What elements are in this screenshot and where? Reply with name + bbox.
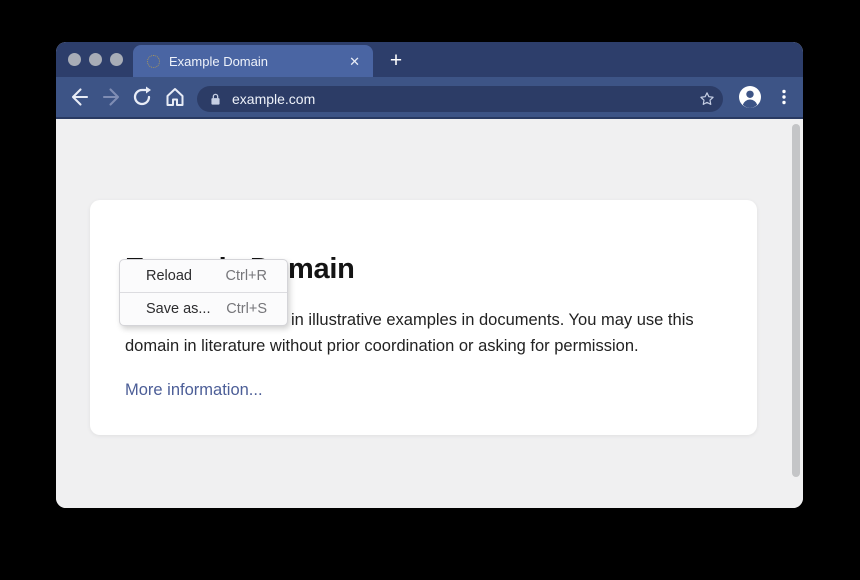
menu-item-shortcut: Ctrl+R <box>226 268 268 284</box>
menu-item-label: Save as... <box>146 301 210 317</box>
menu-dots-icon <box>775 88 793 106</box>
context-menu-item-save-as[interactable]: Save as... Ctrl+S <box>120 293 287 325</box>
reload-button[interactable] <box>130 85 154 109</box>
home-button[interactable] <box>163 85 187 109</box>
back-icon <box>67 85 91 109</box>
menu-item-shortcut: Ctrl+S <box>226 301 267 317</box>
tab-title: Example Domain <box>169 54 349 69</box>
browser-tab[interactable]: Example Domain ✕ <box>133 45 373 77</box>
window-close-button[interactable] <box>68 53 81 66</box>
forward-icon <box>100 85 124 109</box>
window-titlebar[interactable]: Example Domain ✕ + <box>56 42 803 77</box>
menu-item-label: Reload <box>146 268 192 284</box>
url-text[interactable]: example.com <box>232 91 698 107</box>
reload-icon <box>130 85 154 109</box>
window-zoom-button[interactable] <box>110 53 123 66</box>
context-menu-item-reload[interactable]: Reload Ctrl+R <box>120 260 287 292</box>
home-icon <box>163 85 187 109</box>
browser-menu-button[interactable] <box>775 88 793 106</box>
globe-favicon-icon <box>147 55 160 68</box>
forward-button[interactable] <box>100 85 124 109</box>
more-information-link[interactable]: More information... <box>125 381 263 399</box>
profile-button[interactable] <box>738 85 762 109</box>
back-button[interactable] <box>67 85 91 109</box>
profile-icon <box>738 85 762 109</box>
window-minimize-button[interactable] <box>89 53 102 66</box>
browser-window: Example Domain ✕ + <box>56 42 803 508</box>
lock-icon <box>209 92 222 107</box>
tab-close-icon[interactable]: ✕ <box>349 55 360 68</box>
desktop-background: Example Domain ✕ + <box>0 0 860 580</box>
address-bar[interactable]: example.com <box>197 86 723 112</box>
page-viewport: Example Domain This domain is for use in… <box>56 119 803 508</box>
scrollbar-thumb[interactable] <box>792 124 800 477</box>
new-tab-button[interactable]: + <box>382 48 410 74</box>
bookmark-star-icon[interactable] <box>698 90 716 108</box>
context-menu: Reload Ctrl+R Save as... Ctrl+S <box>119 259 288 326</box>
